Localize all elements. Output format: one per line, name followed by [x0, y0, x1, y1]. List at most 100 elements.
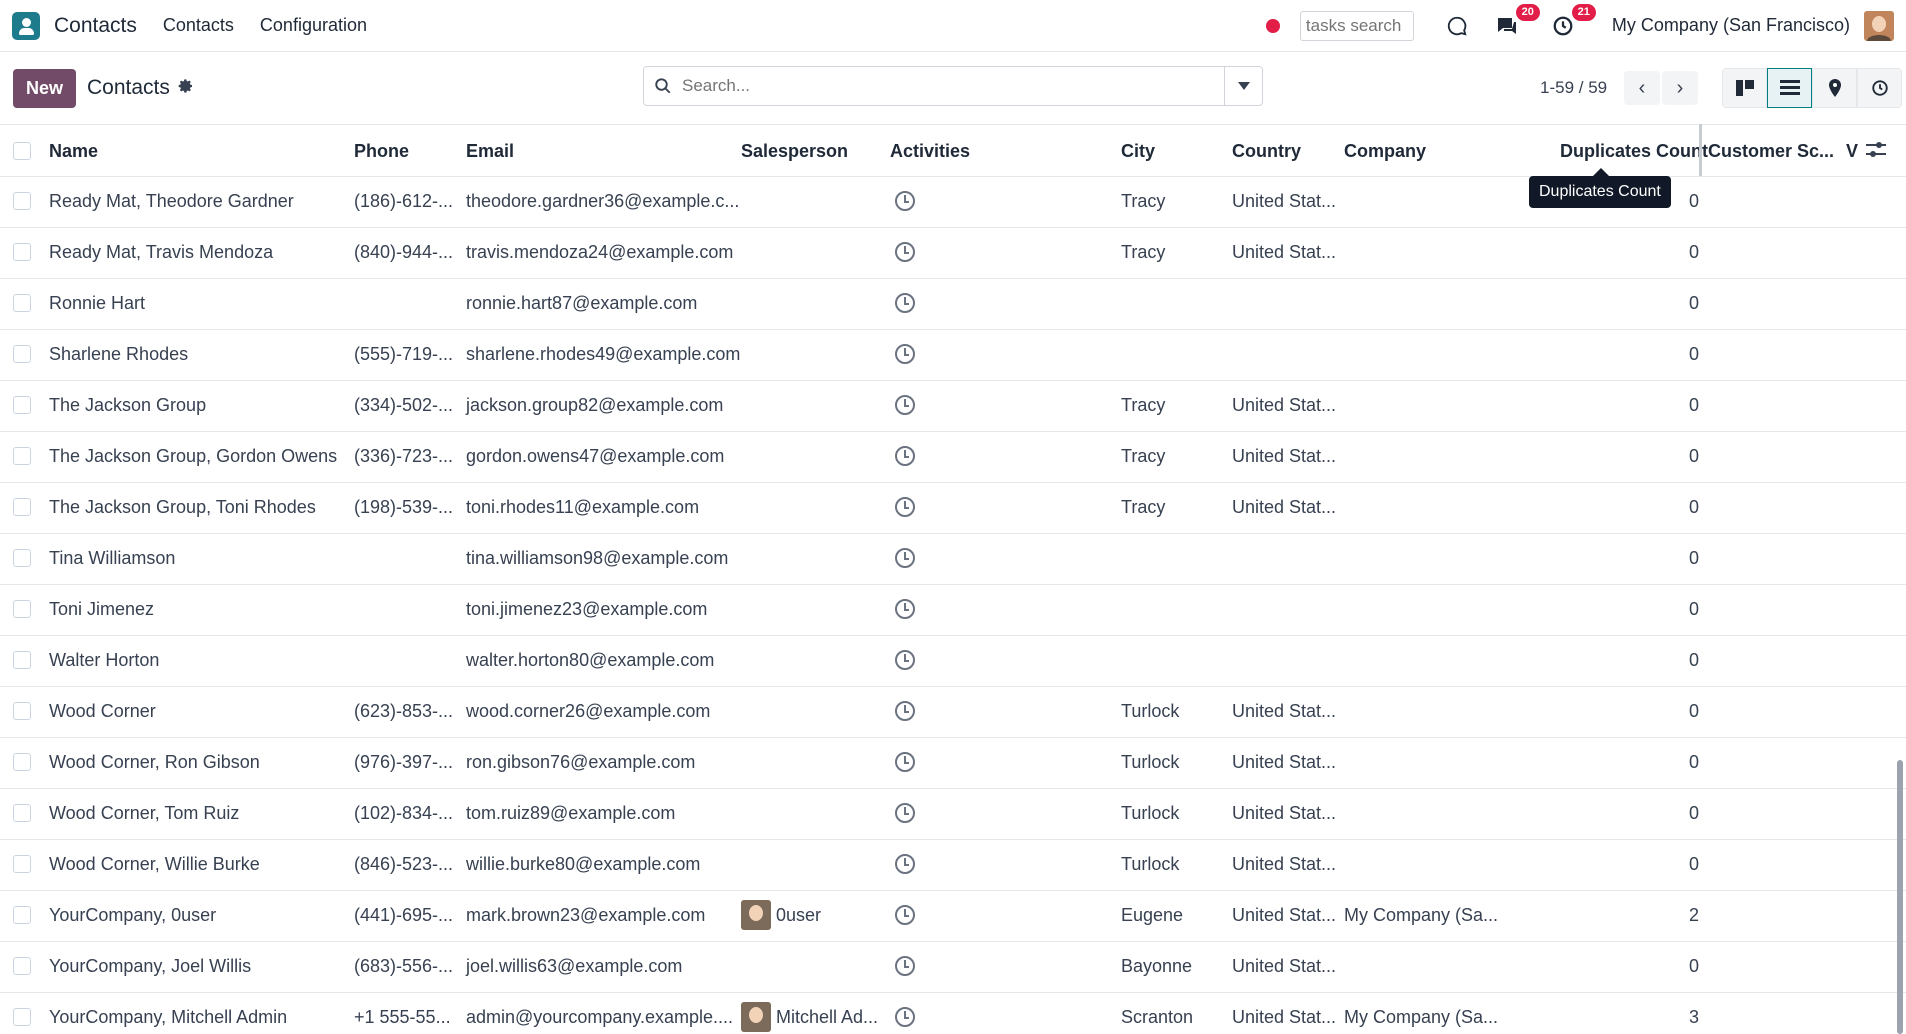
- cell-email: mark.brown23@example.com: [466, 905, 706, 925]
- list-view-icon[interactable]: [1767, 68, 1812, 108]
- cell-city: Turlock: [1121, 701, 1180, 721]
- row-checkbox[interactable]: [13, 753, 31, 771]
- table-row[interactable]: Ronnie Hart ronnie.hart87@example.com 0: [0, 279, 1906, 330]
- table-row[interactable]: Wood Corner, Willie Burke (846)-523-... wi…: [0, 840, 1906, 891]
- table-row[interactable]: Ready Mat, Travis Mendoza (840)-944-... tr…: [0, 228, 1906, 279]
- activity-clock-icon[interactable]: [895, 548, 915, 568]
- row-checkbox[interactable]: [13, 396, 31, 414]
- table-row[interactable]: Sharlene Rhodes (555)-719-... sharlene.rho…: [0, 330, 1906, 381]
- column-resize-handle[interactable]: [1699, 124, 1702, 176]
- column-header-activities[interactable]: Activities: [890, 141, 970, 162]
- row-checkbox[interactable]: [13, 192, 31, 210]
- row-checkbox[interactable]: [13, 957, 31, 975]
- activity-clock-icon[interactable]: [895, 344, 915, 364]
- tasks-search-input[interactable]: [1299, 10, 1414, 41]
- activity-clock-icon[interactable]: [895, 599, 915, 619]
- row-checkbox[interactable]: [13, 498, 31, 516]
- column-header-company[interactable]: Company: [1344, 141, 1426, 162]
- activity-clock-icon[interactable]: [895, 191, 915, 211]
- contacts-app-icon[interactable]: [12, 11, 40, 40]
- column-header-customer-score[interactable]: Customer Sc...: [1708, 141, 1834, 162]
- optional-columns-toggle-icon[interactable]: [1866, 141, 1886, 164]
- table-row[interactable]: Toni Jimenez toni.jimenez23@example.com 0: [0, 585, 1906, 636]
- pager-next-icon[interactable]: ›: [1662, 71, 1698, 105]
- cell-email: ronnie.hart87@example.com: [466, 293, 698, 313]
- menu-configuration[interactable]: Configuration: [260, 15, 367, 36]
- column-header-salesperson[interactable]: Salesperson: [741, 141, 848, 162]
- column-header-more[interactable]: V: [1846, 141, 1858, 162]
- activity-clock-icon[interactable]: [895, 854, 915, 874]
- row-checkbox[interactable]: [13, 549, 31, 567]
- table-row[interactable]: The Jackson Group, Toni Rhodes (198)-539-…: [0, 483, 1906, 534]
- table-row[interactable]: Walter Horton walter.horton80@example.com…: [0, 636, 1906, 687]
- messages-icon[interactable]: 20: [1494, 3, 1540, 39]
- activity-view-icon[interactable]: [1857, 68, 1902, 108]
- cell-name: Wood Corner, Tom Ruiz: [49, 803, 240, 823]
- gear-icon[interactable]: [178, 78, 194, 99]
- vertical-scrollbar[interactable]: [1897, 760, 1903, 1034]
- row-checkbox[interactable]: [13, 702, 31, 720]
- pager-previous-icon[interactable]: ‹: [1624, 71, 1660, 105]
- column-header-name[interactable]: Name: [49, 141, 98, 162]
- row-checkbox[interactable]: [13, 345, 31, 363]
- table-row[interactable]: Wood Corner, Tom Ruiz (102)-834-... tom.ru…: [0, 789, 1906, 840]
- column-header-phone[interactable]: Phone: [354, 141, 409, 162]
- activity-clock-icon[interactable]: [895, 803, 915, 823]
- activity-clock-icon[interactable]: [895, 1007, 915, 1027]
- row-checkbox[interactable]: [13, 855, 31, 873]
- table-row[interactable]: YourCompany, 0user (441)-695-... mark.brow…: [0, 891, 1906, 942]
- cell-country: United Stat...: [1232, 497, 1337, 517]
- select-all-checkbox[interactable]: [13, 142, 31, 160]
- column-header-city[interactable]: City: [1121, 141, 1155, 162]
- map-view-icon[interactable]: [1812, 68, 1857, 108]
- table-row[interactable]: YourCompany, Mitchell Admin +1 555-55... a…: [0, 993, 1906, 1034]
- row-checkbox[interactable]: [13, 906, 31, 924]
- cell-email: wood.corner26@example.com: [466, 701, 711, 721]
- user-avatar[interactable]: [1864, 10, 1894, 41]
- cell-name: The Jackson Group, Toni Rhodes: [49, 497, 316, 517]
- table-row[interactable]: The Jackson Group (334)-502-... jackson.gr…: [0, 381, 1906, 432]
- activity-clock-icon[interactable]: [895, 446, 915, 466]
- row-checkbox[interactable]: [13, 447, 31, 465]
- search-bar[interactable]: [643, 66, 1263, 106]
- row-checkbox[interactable]: [13, 804, 31, 822]
- cell-email: admin@yourcompany.example....: [466, 1007, 734, 1027]
- cell-country: United Stat...: [1232, 1007, 1337, 1027]
- cell-duplicates-count: 0: [1688, 854, 1699, 874]
- column-header-country[interactable]: Country: [1232, 141, 1301, 162]
- search-options-toggle[interactable]: [1224, 67, 1262, 105]
- table-row[interactable]: Wood Corner, Ron Gibson (976)-397-... ron.…: [0, 738, 1906, 789]
- row-checkbox[interactable]: [13, 243, 31, 261]
- kanban-view-icon[interactable]: [1722, 68, 1767, 108]
- table-row[interactable]: Tina Williamson tina.williamson98@example…: [0, 534, 1906, 585]
- activity-clock-icon[interactable]: [895, 905, 915, 925]
- activities-clock-icon[interactable]: 21: [1550, 3, 1596, 39]
- row-checkbox[interactable]: [13, 1008, 31, 1026]
- activity-clock-icon[interactable]: [895, 293, 915, 313]
- table-row[interactable]: YourCompany, Joel Willis (683)-556-... joe…: [0, 942, 1906, 993]
- row-checkbox[interactable]: [13, 294, 31, 312]
- column-header-duplicates-count[interactable]: Duplicates Count: [1560, 141, 1708, 162]
- activity-clock-icon[interactable]: [895, 956, 915, 976]
- activity-clock-icon[interactable]: [895, 242, 915, 262]
- activity-clock-icon[interactable]: [895, 395, 915, 415]
- company-switcher[interactable]: My Company (San Francisco): [1612, 15, 1850, 36]
- cell-name: Toni Jimenez: [49, 599, 155, 619]
- new-button[interactable]: New: [13, 68, 77, 108]
- pager-value[interactable]: 1-59 / 59: [1540, 78, 1607, 98]
- activity-clock-icon[interactable]: [895, 701, 915, 721]
- app-name[interactable]: Contacts: [54, 14, 137, 38]
- menu-contacts[interactable]: Contacts: [163, 15, 234, 36]
- cell-city: Tracy: [1121, 446, 1166, 466]
- row-checkbox[interactable]: [13, 600, 31, 618]
- activity-clock-icon[interactable]: [895, 497, 915, 517]
- search-input[interactable]: [682, 76, 1224, 96]
- chat-icon[interactable]: [1444, 13, 1470, 39]
- recording-indicator-icon[interactable]: [1265, 18, 1280, 33]
- column-header-email[interactable]: Email: [466, 141, 514, 162]
- activity-clock-icon[interactable]: [895, 650, 915, 670]
- table-row[interactable]: The Jackson Group, Gordon Owens (336)-723…: [0, 432, 1906, 483]
- table-row[interactable]: Wood Corner (623)-853-... wood.corner26@ex…: [0, 687, 1906, 738]
- activity-clock-icon[interactable]: [895, 752, 915, 772]
- row-checkbox[interactable]: [13, 651, 31, 669]
